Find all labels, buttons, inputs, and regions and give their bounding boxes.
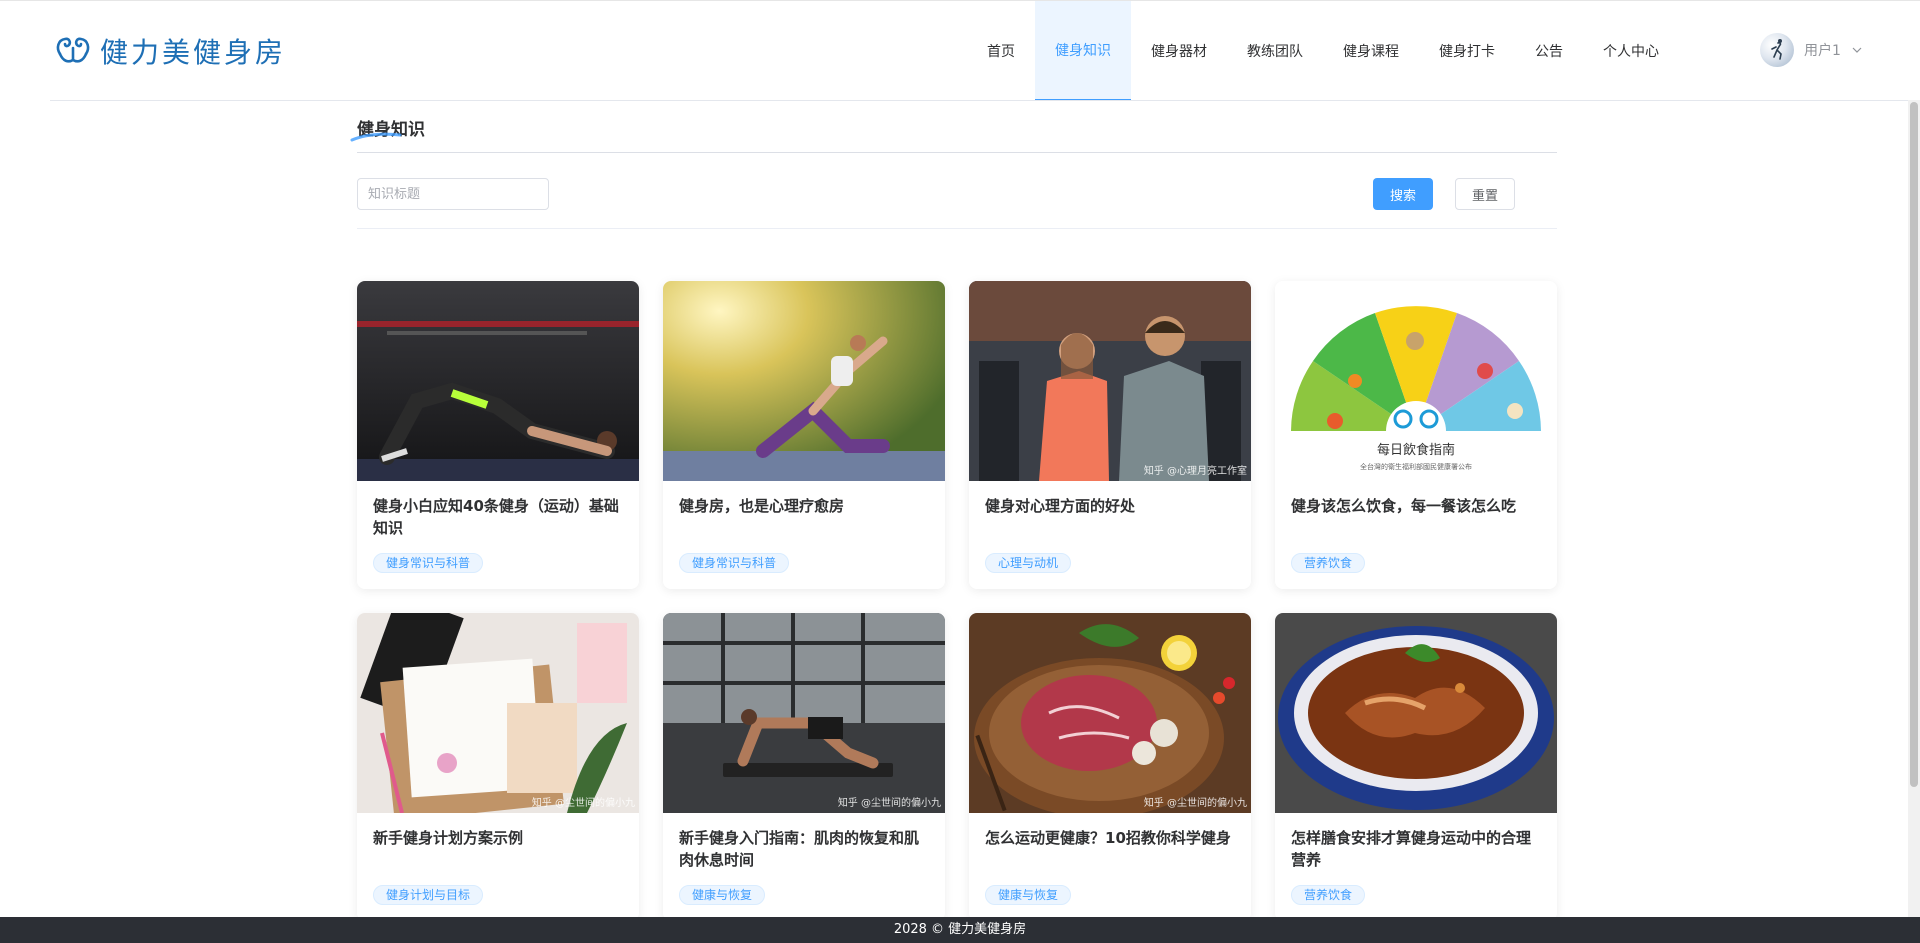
nav-item-profile[interactable]: 个人中心 [1583,1,1679,101]
knowledge-card[interactable]: 怎样膳食安排才算健身运动中的合理营养 营养饮食 [1275,613,1557,921]
nav-item-equipment[interactable]: 健身器材 [1131,1,1227,101]
nav-item-courses[interactable]: 健身课程 [1323,1,1419,101]
user-name: 用户1 [1804,43,1841,59]
nav-item-fitness-knowledge[interactable]: 健身知识 [1035,1,1131,101]
card-title: 怎样膳食安排才算健身运动中的合理营养 [1291,829,1532,869]
knowledge-card[interactable]: 知乎 @心理月亮工作室 健身对心理方面的好处 心理与动机 [969,281,1251,589]
avatar-figure-icon [1771,39,1782,60]
category-tag: 健康与恢复 [985,885,1072,905]
knowledge-card[interactable]: 知乎 @尘世间的偏小九 新手健身入门指南：肌肉的恢复和肌肉休息时间 健康与恢复 [663,613,945,921]
knowledge-card[interactable]: 健身房，也是心理疗愈房 健身常识与科普 [663,281,945,589]
bicep-icon [56,37,90,63]
planner-notebook-photo: 知乎 @尘世间的偏小九 [357,613,639,813]
brand-name: 健力美健身房 [100,36,287,69]
category-tag: 健康与恢复 [679,885,766,905]
knowledge-card[interactable]: 每日飲食指南 全台灣的衛生福利部國民健康署公布 健身该怎么饮食，每一餐该怎么吃 … [1275,281,1557,589]
knowledge-card[interactable]: 知乎 @尘世间的偏小九 怎么运动更健康？10招教你科学健身 健康与恢复 [969,613,1251,921]
card-title: 健身该怎么饮食，每一餐该怎么吃 [1291,497,1517,515]
category-tag: 健身计划与目标 [373,885,484,905]
knowledge-card-grid: 健身小白应知40条健身（运动）基础知识 健身常识与科普 健身房，也是心理疗愈房 … [357,281,1557,921]
card-title: 新手健身入门指南：肌肉的恢复和肌肉休息时间 [679,829,920,869]
diet-guide-caption: 每日飲食指南 [1376,443,1455,458]
chevron-down-icon[interactable] [1851,44,1863,56]
knowledge-card[interactable]: 健身小白应知40条健身（运动）基础知识 健身常识与科普 [357,281,639,589]
diet-guide-chart: 每日飲食指南 全台灣的衛生福利部國民健康署公布 [1275,281,1557,481]
meat-bowl-photo [1275,613,1557,813]
header-divider [50,100,1920,101]
search-button[interactable]: 搜索 [1373,178,1433,210]
card-title: 健身对心理方面的好处 [985,497,1136,515]
card-title: 怎么运动更健康？10招教你科学健身 [985,829,1231,847]
image-watermark: 知乎 @尘世间的偏小九 [531,798,635,809]
avatar[interactable] [1760,33,1794,67]
diet-guide-subcaption: 全台灣的衛生福利部國民健康署公布 [1360,463,1472,471]
knowledge-title-search-input[interactable] [357,178,549,210]
scrollbar-thumb[interactable] [1910,102,1918,787]
outdoor-yoga-photo [663,281,945,481]
category-tag: 健身常识与科普 [373,553,484,573]
category-tag: 健身常识与科普 [679,553,790,573]
nav-item-checkin[interactable]: 健身打卡 [1419,1,1515,101]
top-header: 健力美健身房 首页 健身知识 健身器材 教练团队 健身课程 健身打卡 公告 个人… [0,0,1920,101]
image-watermark: 知乎 @尘世间的偏小九 [837,798,941,809]
user-menu[interactable]: 用户1 [1760,33,1863,67]
image-watermark: 知乎 @心理月亮工作室 [1143,466,1247,477]
image-watermark: 知乎 @尘世间的偏小九 [1143,798,1247,809]
main-nav: 首页 健身知识 健身器材 教练团队 健身课程 健身打卡 公告 个人中心 [967,1,1679,101]
card-title: 健身小白应知40条健身（运动）基础知识 [373,497,619,537]
brand-logo[interactable]: 健力美健身房 [54,31,286,71]
search-divider [357,228,1557,229]
nav-item-announcements[interactable]: 公告 [1515,1,1583,101]
card-title: 健身房，也是心理疗愈房 [679,497,845,515]
category-tag: 营养饮食 [1291,885,1366,905]
title-divider [357,152,1557,153]
pushup-gym-photo: 知乎 @尘世间的偏小九 [663,613,945,813]
reset-button[interactable]: 重置 [1455,178,1515,210]
gym-couple-photo: 知乎 @心理月亮工作室 [969,281,1251,481]
category-tag: 营养饮食 [1291,553,1366,573]
steak-photo: 知乎 @尘世间的偏小九 [969,613,1251,813]
nav-item-home[interactable]: 首页 [967,1,1035,101]
page-footer: 2028 © 健力美健身房 [0,917,1920,943]
knowledge-card[interactable]: 知乎 @尘世间的偏小九 新手健身计划方案示例 健身计划与目标 [357,613,639,921]
category-tag: 心理与动机 [985,553,1072,573]
nav-item-coaches[interactable]: 教练团队 [1227,1,1323,101]
title-underline-decoration [350,132,402,142]
card-title: 新手健身计划方案示例 [373,829,524,847]
glute-bridge-photo [357,281,639,481]
